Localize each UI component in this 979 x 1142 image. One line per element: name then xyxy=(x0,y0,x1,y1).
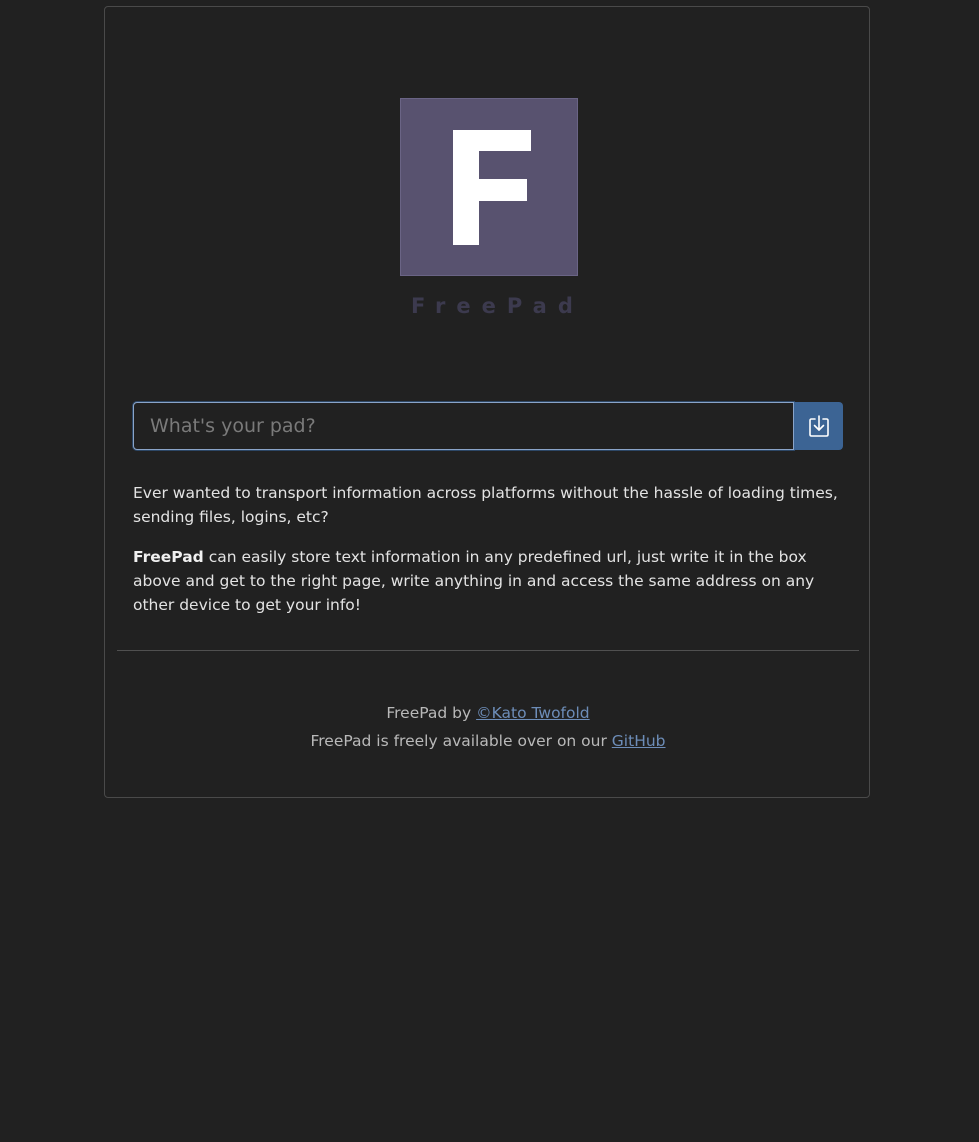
logo-mark xyxy=(400,98,578,276)
download-icon xyxy=(808,415,829,437)
logo-f-icon xyxy=(453,130,531,245)
footer-availability-line: FreePad is freely available over on our … xyxy=(105,727,871,755)
pad-name-input[interactable] xyxy=(133,402,794,450)
feature-text: can easily store text information in any… xyxy=(133,548,815,614)
footer-credit-text: FreePad by xyxy=(386,704,477,722)
logo-wordmark: FreePad xyxy=(411,294,584,318)
footer-availability-text: FreePad is freely available over on our xyxy=(310,732,612,750)
brand-name-bold: FreePad xyxy=(133,548,204,566)
feature-paragraph: FreePad can easily store text informatio… xyxy=(133,545,843,617)
author-link[interactable]: ©Kato Twofold xyxy=(476,704,590,722)
logo: FreePad xyxy=(400,98,578,318)
footer-credit-line: FreePad by ©Kato Twofold xyxy=(105,699,871,727)
divider xyxy=(117,650,859,651)
github-link[interactable]: GitHub xyxy=(612,732,666,750)
main-card: FreePad Ever wanted to transport informa… xyxy=(104,6,870,798)
pad-search-form xyxy=(133,402,843,450)
footer: FreePad by ©Kato Twofold FreePad is free… xyxy=(105,699,871,755)
go-to-pad-button[interactable] xyxy=(794,402,843,450)
intro-paragraph: Ever wanted to transport information acr… xyxy=(133,484,838,526)
